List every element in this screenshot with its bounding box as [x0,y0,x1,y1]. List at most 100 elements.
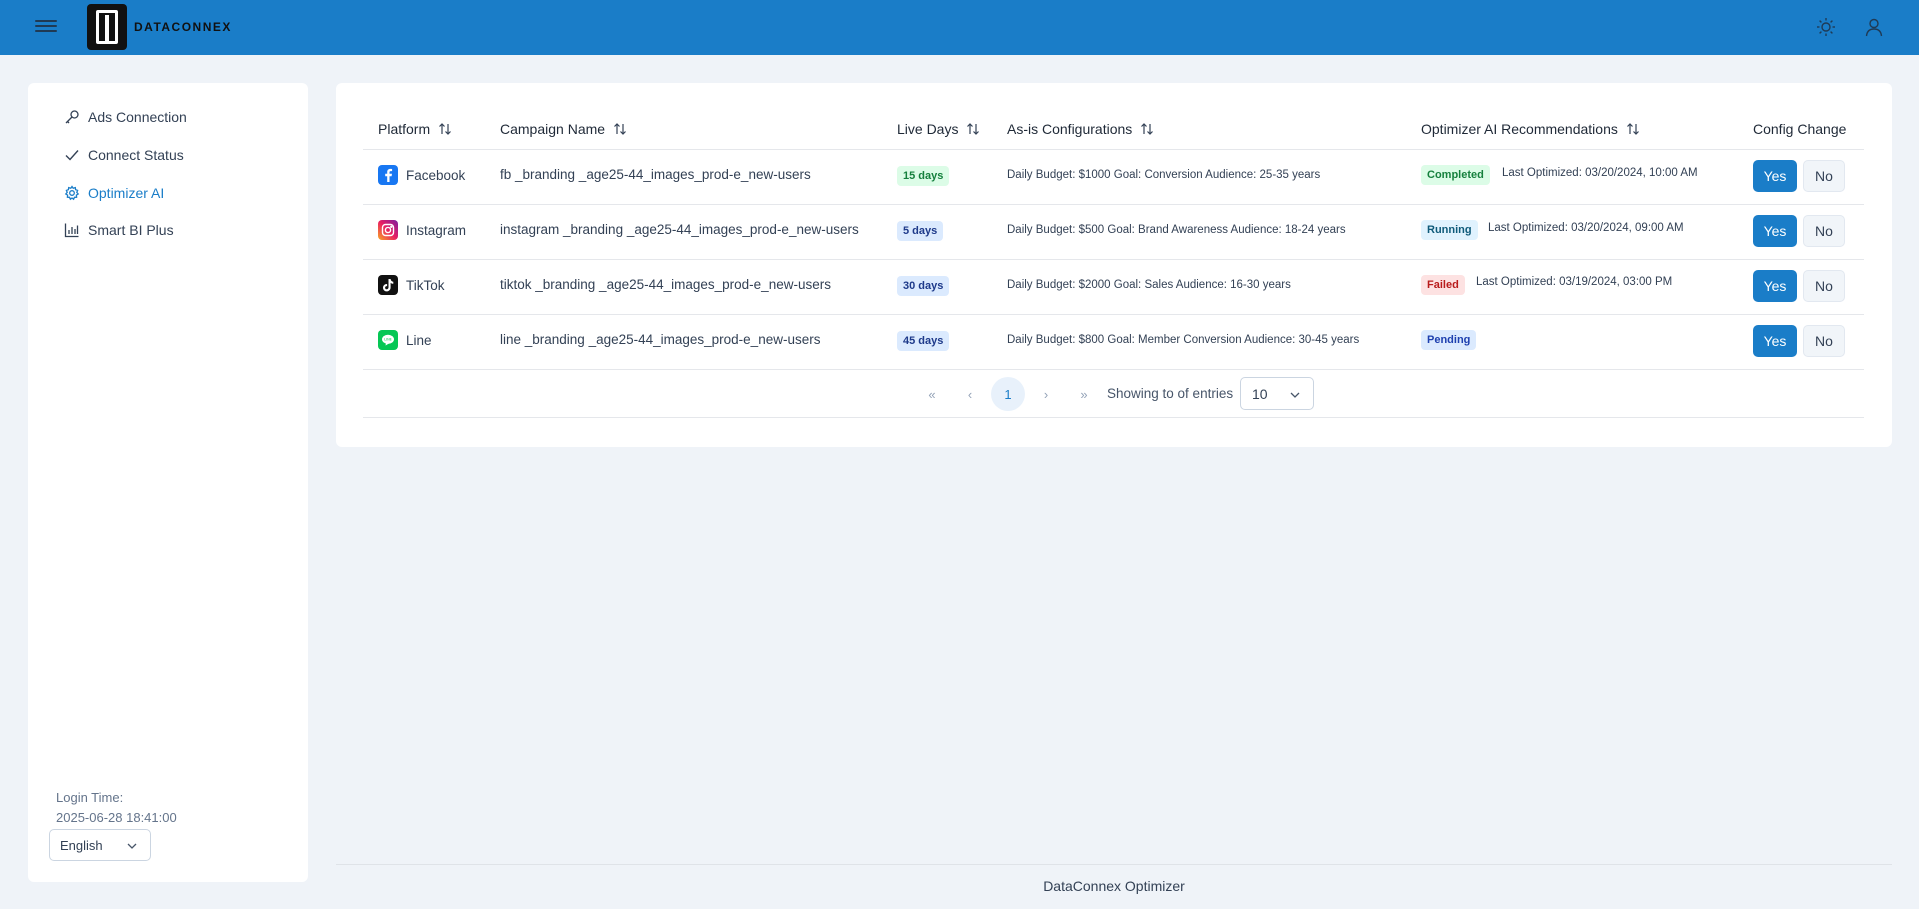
language-value: English [60,837,103,853]
key-icon [65,110,79,124]
next-page-button[interactable]: › [1029,377,1063,411]
table-row-platform: LINE Line [378,330,432,350]
campaign-name[interactable]: tiktok _branding _age25-44_images_prod-e… [500,277,831,292]
page-button-current[interactable]: 1 [991,377,1025,411]
logo-mark-icon [87,4,127,50]
sidebar-item-label: Optimizer AI [88,185,165,201]
gear-icon [64,185,80,201]
svg-text:LINE: LINE [384,338,392,342]
live-days-badge: 30 days [897,276,950,296]
table-row-platform: Facebook [378,165,465,185]
config-text: Daily Budget: $800 Goal: Member Conversi… [1007,334,1360,346]
column-header-label: As-is Configurations [1007,121,1133,137]
prev-page-button[interactable]: ‹ [953,377,987,411]
bar-chart-icon [64,223,79,238]
status-badge: Failed [1421,275,1465,295]
brand-name: DATACONNEX [134,20,232,34]
yes-button[interactable]: Yes [1753,270,1797,302]
no-button[interactable]: No [1803,160,1845,192]
yes-button[interactable]: Yes [1753,325,1797,357]
check-icon [65,150,79,161]
language-select[interactable]: English [49,829,151,861]
sidebar: Ads Connection Connect Status Optimizer … [28,83,308,882]
sidebar-item-smart-bi-plus[interactable]: Smart BI Plus [64,222,174,238]
divider [363,369,1864,370]
status-badge: Completed [1421,165,1490,185]
instagram-icon [378,220,398,240]
column-header-as-is-configurations[interactable]: As-is Configurations [1007,121,1154,137]
sort-icon[interactable] [613,122,627,136]
campaign-name[interactable]: fb _branding _age25-44_images_prod-e_new… [500,167,811,182]
divider [363,259,1864,260]
hamburger-menu-icon[interactable] [35,17,57,39]
facebook-icon [378,165,398,185]
line-icon: LINE [378,330,398,350]
last-optimized-text: Last Optimized: 03/20/2024, 09:00 AM [1488,222,1684,234]
divider [336,864,1892,865]
column-header-live-days[interactable]: Live Days [897,121,980,137]
campaign-name[interactable]: line _branding _age25-44_images_prod-e_n… [500,332,820,347]
sidebar-item-label: Smart BI Plus [88,222,174,238]
platform-name: Line [406,332,432,348]
top-bar: DATACONNEX [0,0,1919,55]
page-size-value: 10 [1252,385,1268,402]
yes-button[interactable]: Yes [1753,215,1797,247]
chevron-down-icon [1290,392,1300,398]
login-time-label: Login Time: [56,790,124,805]
status-badge: Pending [1421,330,1477,350]
sidebar-item-label: Connect Status [88,147,184,163]
column-header-optimizer-ai-recommendations[interactable]: Optimizer AI Recommendations [1421,121,1640,137]
sun-icon[interactable] [1813,14,1839,40]
column-header-label: Config Change [1753,121,1847,137]
sort-icon[interactable] [966,122,980,136]
no-button[interactable]: No [1803,325,1845,357]
sidebar-item-ads-connection[interactable]: Ads Connection [64,109,187,125]
yes-button[interactable]: Yes [1753,160,1797,192]
user-icon[interactable] [1861,14,1887,40]
sidebar-item-connect-status[interactable]: Connect Status [64,147,184,163]
status-badge: Running [1421,220,1478,240]
campaign-name[interactable]: instagram _branding _age25-44_images_pro… [500,222,859,237]
divider [363,417,1864,418]
chevron-down-icon [127,843,137,849]
divider [363,149,1864,150]
live-days-badge: 5 days [897,221,944,241]
campaign-table-card: Platform Campaign Name Live Days As-is C… [336,83,1892,447]
column-header-platform[interactable]: Platform [378,121,452,137]
sort-icon[interactable] [1140,122,1154,136]
column-header-label: Campaign Name [500,121,606,137]
table-row-platform: Instagram [378,220,466,240]
tiktok-icon [378,275,398,295]
sidebar-item-optimizer-ai[interactable]: Optimizer AI [64,185,164,201]
divider [363,314,1864,315]
config-text: Daily Budget: $1000 Goal: Conversion Aud… [1007,169,1321,181]
config-text: Daily Budget: $2000 Goal: Sales Audience… [1007,279,1291,291]
sort-icon[interactable] [438,122,452,136]
platform-name: Facebook [406,167,466,183]
login-time-value: 2025-06-28 18:41:00 [56,810,177,825]
sort-icon[interactable] [1626,122,1640,136]
sidebar-item-label: Ads Connection [88,109,187,125]
column-header-campaign-name[interactable]: Campaign Name [500,121,627,137]
table-row-platform: TikTok [378,275,445,295]
showing-entries-text: Showing to of entries [1107,386,1234,401]
no-button[interactable]: No [1803,215,1845,247]
brand-logo[interactable]: DATACONNEX [87,4,232,50]
last-optimized-text: Last Optimized: 03/19/2024, 03:00 PM [1476,276,1673,288]
live-days-badge: 15 days [897,166,950,186]
last-page-button[interactable]: » [1067,377,1101,411]
last-optimized-text: Last Optimized: 03/20/2024, 10:00 AM [1502,167,1698,179]
live-days-badge: 45 days [897,331,950,351]
config-text: Daily Budget: $500 Goal: Brand Awareness… [1007,224,1346,236]
platform-name: Instagram [406,222,467,238]
divider [363,204,1864,205]
footer-text: DataConnex Optimizer [1043,878,1185,894]
column-header-label: Platform [378,121,431,137]
first-page-button[interactable]: « [915,377,949,411]
column-header-label: Live Days [897,121,959,137]
platform-name: TikTok [406,277,445,293]
column-header-config-change: Config Change [1753,121,1846,137]
page-size-select[interactable]: 10 [1240,377,1314,410]
column-header-label: Optimizer AI Recommendations [1421,121,1618,137]
no-button[interactable]: No [1803,270,1845,302]
